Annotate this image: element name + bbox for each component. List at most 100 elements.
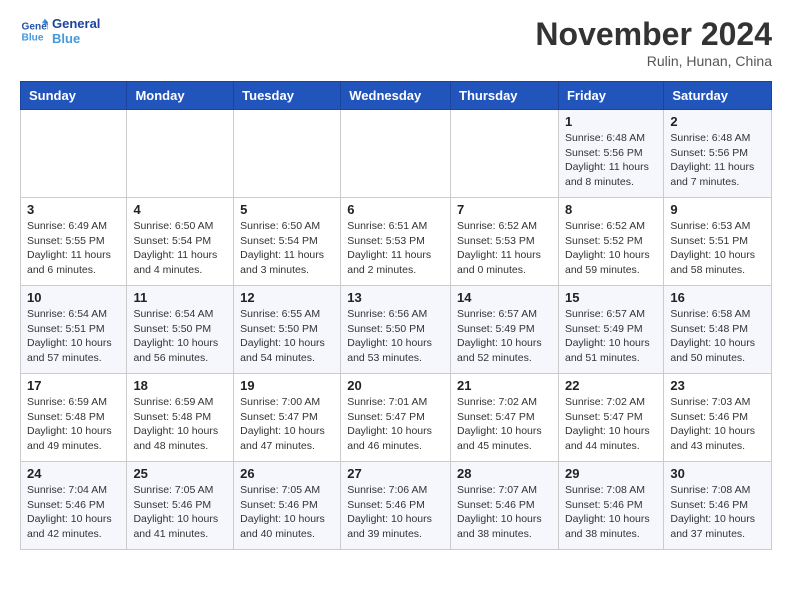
calendar-cell: 5 Sunrise: 6:50 AM Sunset: 5:54 PM Daylig… — [234, 198, 341, 286]
day-number: 28 — [457, 466, 552, 481]
calendar-cell: 8Sunrise: 6:52 AM Sunset: 5:52 PM Daylig… — [558, 198, 663, 286]
weekday-header: Friday — [558, 82, 663, 110]
svg-text:Blue: Blue — [22, 32, 44, 43]
weekday-header: Sunday — [21, 82, 127, 110]
day-info: Sunrise: 7:02 AM Sunset: 5:47 PM Dayligh… — [565, 395, 657, 454]
logo-icon: General Blue — [20, 17, 48, 45]
day-info: Sunrise: 6:52 AM Sunset: 5:53 PM Dayligh… — [457, 219, 552, 278]
day-number: 2 — [670, 114, 765, 129]
day-number: 6 — [347, 202, 444, 217]
header: General Blue General Blue November 2024 … — [20, 16, 772, 69]
logo-general: General — [52, 16, 100, 31]
day-info: Sunrise: 7:08 AM Sunset: 5:46 PM Dayligh… — [565, 483, 657, 542]
day-number: 25 — [133, 466, 227, 481]
day-number: 18 — [133, 378, 227, 393]
day-number: 16 — [670, 290, 765, 305]
calendar-cell — [451, 110, 559, 198]
calendar-cell — [21, 110, 127, 198]
calendar-cell: 10Sunrise: 6:54 AM Sunset: 5:51 PM Dayli… — [21, 286, 127, 374]
day-info: Sunrise: 7:05 AM Sunset: 5:46 PM Dayligh… — [133, 483, 227, 542]
calendar-cell: 6 Sunrise: 6:51 AM Sunset: 5:53 PM Daylig… — [341, 198, 451, 286]
day-number: 13 — [347, 290, 444, 305]
calendar-cell: 11 Sunrise: 6:54 AM Sunset: 5:50 PM Dayli… — [127, 286, 234, 374]
day-number: 11 — [133, 290, 227, 305]
calendar-week-row: 3 Sunrise: 6:49 AM Sunset: 5:55 PM Daylig… — [21, 198, 772, 286]
calendar-cell: 20 Sunrise: 7:01 AM Sunset: 5:47 PM Dayli… — [341, 374, 451, 462]
day-number: 15 — [565, 290, 657, 305]
day-info: Sunrise: 7:01 AM Sunset: 5:47 PM Dayligh… — [347, 395, 444, 454]
calendar-cell: 13 Sunrise: 6:56 AM Sunset: 5:50 PM Dayli… — [341, 286, 451, 374]
day-number: 4 — [133, 202, 227, 217]
calendar-cell: 28 Sunrise: 7:07 AM Sunset: 5:46 PM Dayli… — [451, 462, 559, 550]
calendar-cell: 25 Sunrise: 7:05 AM Sunset: 5:46 PM Dayli… — [127, 462, 234, 550]
calendar-week-row: 10Sunrise: 6:54 AM Sunset: 5:51 PM Dayli… — [21, 286, 772, 374]
day-info: Sunrise: 6:58 AM Sunset: 5:48 PM Dayligh… — [670, 307, 765, 366]
day-info: Sunrise: 6:59 AM Sunset: 5:48 PM Dayligh… — [27, 395, 120, 454]
weekday-header: Saturday — [664, 82, 772, 110]
calendar-cell: 16 Sunrise: 6:58 AM Sunset: 5:48 PM Dayli… — [664, 286, 772, 374]
day-number: 19 — [240, 378, 334, 393]
logo-blue: Blue — [52, 31, 100, 46]
day-info: Sunrise: 6:54 AM Sunset: 5:51 PM Dayligh… — [27, 307, 120, 366]
day-info: Sunrise: 6:54 AM Sunset: 5:50 PM Dayligh… — [133, 307, 227, 366]
day-number: 29 — [565, 466, 657, 481]
day-info: Sunrise: 6:51 AM Sunset: 5:53 PM Dayligh… — [347, 219, 444, 278]
day-info: Sunrise: 7:07 AM Sunset: 5:46 PM Dayligh… — [457, 483, 552, 542]
location: Rulin, Hunan, China — [535, 53, 772, 69]
day-number: 24 — [27, 466, 120, 481]
day-number: 23 — [670, 378, 765, 393]
calendar-cell — [127, 110, 234, 198]
day-info: Sunrise: 6:48 AM Sunset: 5:56 PM Dayligh… — [565, 131, 657, 190]
day-info: Sunrise: 6:57 AM Sunset: 5:49 PM Dayligh… — [565, 307, 657, 366]
calendar-cell — [341, 110, 451, 198]
calendar-cell: 21Sunrise: 7:02 AM Sunset: 5:47 PM Dayli… — [451, 374, 559, 462]
calendar-cell: 23 Sunrise: 7:03 AM Sunset: 5:46 PM Dayli… — [664, 374, 772, 462]
logo: General Blue General Blue — [20, 16, 100, 46]
weekday-header: Tuesday — [234, 82, 341, 110]
title-block: November 2024 Rulin, Hunan, China — [535, 16, 772, 69]
calendar-cell: 3 Sunrise: 6:49 AM Sunset: 5:55 PM Daylig… — [21, 198, 127, 286]
calendar-header-row: SundayMondayTuesdayWednesdayThursdayFrid… — [21, 82, 772, 110]
calendar-cell: 24Sunrise: 7:04 AM Sunset: 5:46 PM Dayli… — [21, 462, 127, 550]
day-number: 21 — [457, 378, 552, 393]
calendar-cell: 12 Sunrise: 6:55 AM Sunset: 5:50 PM Dayli… — [234, 286, 341, 374]
day-number: 3 — [27, 202, 120, 217]
calendar-cell: 9 Sunrise: 6:53 AM Sunset: 5:51 PM Daylig… — [664, 198, 772, 286]
day-info: Sunrise: 6:48 AM Sunset: 5:56 PM Dayligh… — [670, 131, 765, 190]
day-info: Sunrise: 6:56 AM Sunset: 5:50 PM Dayligh… — [347, 307, 444, 366]
day-number: 5 — [240, 202, 334, 217]
weekday-header: Thursday — [451, 82, 559, 110]
day-info: Sunrise: 6:50 AM Sunset: 5:54 PM Dayligh… — [240, 219, 334, 278]
calendar-cell: 19 Sunrise: 7:00 AM Sunset: 5:47 PM Dayli… — [234, 374, 341, 462]
calendar-week-row: 17Sunrise: 6:59 AM Sunset: 5:48 PM Dayli… — [21, 374, 772, 462]
day-number: 20 — [347, 378, 444, 393]
day-number: 12 — [240, 290, 334, 305]
day-info: Sunrise: 7:03 AM Sunset: 5:46 PM Dayligh… — [670, 395, 765, 454]
calendar-cell: 26Sunrise: 7:05 AM Sunset: 5:46 PM Dayli… — [234, 462, 341, 550]
day-info: Sunrise: 6:52 AM Sunset: 5:52 PM Dayligh… — [565, 219, 657, 278]
calendar-cell — [234, 110, 341, 198]
day-info: Sunrise: 6:49 AM Sunset: 5:55 PM Dayligh… — [27, 219, 120, 278]
day-info: Sunrise: 6:59 AM Sunset: 5:48 PM Dayligh… — [133, 395, 227, 454]
calendar-cell: 29 Sunrise: 7:08 AM Sunset: 5:46 PM Dayli… — [558, 462, 663, 550]
calendar-cell: 2 Sunrise: 6:48 AM Sunset: 5:56 PM Daylig… — [664, 110, 772, 198]
day-number: 9 — [670, 202, 765, 217]
day-number: 26 — [240, 466, 334, 481]
day-number: 30 — [670, 466, 765, 481]
calendar-cell: 7 Sunrise: 6:52 AM Sunset: 5:53 PM Daylig… — [451, 198, 559, 286]
day-info: Sunrise: 7:08 AM Sunset: 5:46 PM Dayligh… — [670, 483, 765, 542]
day-info: Sunrise: 6:55 AM Sunset: 5:50 PM Dayligh… — [240, 307, 334, 366]
day-info: Sunrise: 6:53 AM Sunset: 5:51 PM Dayligh… — [670, 219, 765, 278]
page: General Blue General Blue November 2024 … — [0, 0, 792, 570]
day-info: Sunrise: 7:06 AM Sunset: 5:46 PM Dayligh… — [347, 483, 444, 542]
day-info: Sunrise: 7:00 AM Sunset: 5:47 PM Dayligh… — [240, 395, 334, 454]
calendar-cell: 30 Sunrise: 7:08 AM Sunset: 5:46 PM Dayli… — [664, 462, 772, 550]
calendar-cell: 18 Sunrise: 6:59 AM Sunset: 5:48 PM Dayli… — [127, 374, 234, 462]
calendar-cell: 15 Sunrise: 6:57 AM Sunset: 5:49 PM Dayli… — [558, 286, 663, 374]
day-number: 7 — [457, 202, 552, 217]
day-number: 1 — [565, 114, 657, 129]
calendar-cell: 22Sunrise: 7:02 AM Sunset: 5:47 PM Dayli… — [558, 374, 663, 462]
calendar-cell: 14Sunrise: 6:57 AM Sunset: 5:49 PM Dayli… — [451, 286, 559, 374]
calendar-cell: 27Sunrise: 7:06 AM Sunset: 5:46 PM Dayli… — [341, 462, 451, 550]
day-number: 14 — [457, 290, 552, 305]
